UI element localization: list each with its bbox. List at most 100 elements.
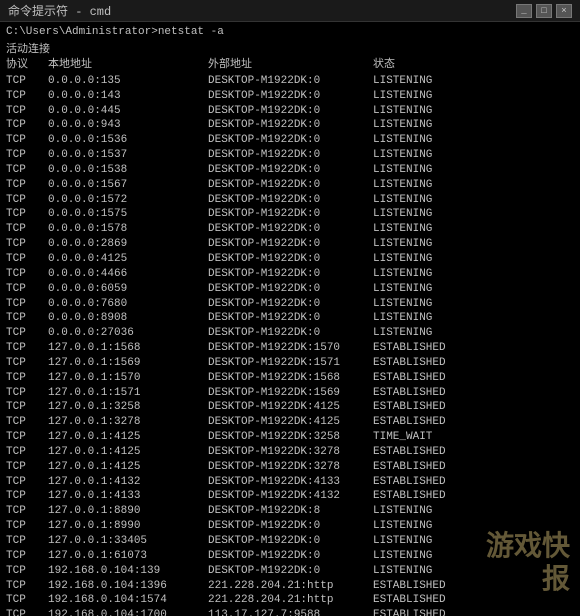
cell-local: 127.0.0.1:1569 — [48, 356, 208, 371]
cell-local: 192.168.0.104:1700 — [48, 608, 208, 616]
cell-local: 0.0.0.0:1536 — [48, 133, 208, 148]
cell-state: LISTENING — [373, 252, 574, 267]
table-row: TCP192.168.0.104:1396221.228.204.21:http… — [6, 579, 574, 594]
cell-foreign: DESKTOP-M1922DK:1569 — [208, 386, 373, 401]
cell-foreign: DESKTOP-M1922DK:0 — [208, 519, 373, 534]
cell-local: 0.0.0.0:27036 — [48, 326, 208, 341]
table-row: TCP0.0.0.0:1537DESKTOP-M1922DK:0LISTENIN… — [6, 148, 574, 163]
cell-local: 0.0.0.0:1567 — [48, 178, 208, 193]
cell-proto: TCP — [6, 371, 48, 386]
table-row: TCP127.0.0.1:33405DESKTOP-M1922DK:0LISTE… — [6, 534, 574, 549]
cell-foreign: DESKTOP-M1922DK:4132 — [208, 489, 373, 504]
cell-local: 0.0.0.0:2869 — [48, 237, 208, 252]
cell-proto: TCP — [6, 89, 48, 104]
cell-proto: TCP — [6, 356, 48, 371]
table-row: TCP127.0.0.1:8890DESKTOP-M1922DK:8LISTEN… — [6, 504, 574, 519]
cell-state: LISTENING — [373, 549, 574, 564]
cell-proto: TCP — [6, 282, 48, 297]
cell-foreign: DESKTOP-M1922DK:0 — [208, 267, 373, 282]
table-row: TCP0.0.0.0:1578DESKTOP-M1922DK:0LISTENIN… — [6, 222, 574, 237]
cell-state: LISTENING — [373, 237, 574, 252]
cell-foreign: DESKTOP-M1922DK:0 — [208, 133, 373, 148]
cell-proto: TCP — [6, 415, 48, 430]
col-headers-row: 协议 本地地址 外部地址 状态 — [6, 58, 574, 73]
cell-local: 127.0.0.1:4133 — [48, 489, 208, 504]
cell-state: LISTENING — [373, 207, 574, 222]
cell-local: 127.0.0.1:3258 — [48, 400, 208, 415]
table-row: TCP0.0.0.0:135DESKTOP-M1922DK:0LISTENING — [6, 74, 574, 89]
cell-proto: TCP — [6, 430, 48, 445]
cell-local: 127.0.0.1:4125 — [48, 460, 208, 475]
cell-proto: TCP — [6, 608, 48, 616]
window-container: 命令提示符 - cmd _ □ × C:\Users\Administrator… — [0, 0, 580, 616]
cell-state: ESTABLISHED — [373, 400, 574, 415]
close-button[interactable]: × — [556, 4, 572, 18]
cell-local: 0.0.0.0:135 — [48, 74, 208, 89]
cell-proto: TCP — [6, 237, 48, 252]
cell-foreign: DESKTOP-M1922DK:0 — [208, 74, 373, 89]
cell-state: ESTABLISHED — [373, 489, 574, 504]
cell-state: LISTENING — [373, 89, 574, 104]
cell-foreign: DESKTOP-M1922DK:4125 — [208, 415, 373, 430]
maximize-button[interactable]: □ — [536, 4, 552, 18]
cell-foreign: DESKTOP-M1922DK:0 — [208, 104, 373, 119]
cell-state: LISTENING — [373, 519, 574, 534]
cell-state: LISTENING — [373, 504, 574, 519]
cell-foreign: DESKTOP-M1922DK:8 — [208, 504, 373, 519]
table-row: TCP0.0.0.0:943DESKTOP-M1922DK:0LISTENING — [6, 118, 574, 133]
table-row: TCP0.0.0.0:445DESKTOP-M1922DK:0LISTENING — [6, 104, 574, 119]
cell-foreign: DESKTOP-M1922DK:1568 — [208, 371, 373, 386]
cell-local: 127.0.0.1:8890 — [48, 504, 208, 519]
table-row: TCP127.0.0.1:1568DESKTOP-M1922DK:1570EST… — [6, 341, 574, 356]
cell-proto: TCP — [6, 460, 48, 475]
cell-proto: TCP — [6, 549, 48, 564]
prompt-line: C:\Users\Administrator>netstat -a — [6, 26, 574, 38]
col-header-foreign: 外部地址 — [208, 58, 373, 73]
cell-local: 0.0.0.0:445 — [48, 104, 208, 119]
cell-proto: TCP — [6, 579, 48, 594]
cell-local: 0.0.0.0:943 — [48, 118, 208, 133]
cell-proto: TCP — [6, 193, 48, 208]
cell-state: LISTENING — [373, 326, 574, 341]
table-row: TCP0.0.0.0:1536DESKTOP-M1922DK:0LISTENIN… — [6, 133, 574, 148]
table-row: TCP127.0.0.1:8990DESKTOP-M1922DK:0LISTEN… — [6, 519, 574, 534]
cell-state: LISTENING — [373, 163, 574, 178]
table-row: TCP0.0.0.0:2869DESKTOP-M1922DK:0LISTENIN… — [6, 237, 574, 252]
cell-proto: TCP — [6, 504, 48, 519]
table-row: TCP127.0.0.1:1570DESKTOP-M1922DK:1568EST… — [6, 371, 574, 386]
cell-local: 192.168.0.104:1396 — [48, 579, 208, 594]
cell-local: 127.0.0.1:8990 — [48, 519, 208, 534]
cell-proto: TCP — [6, 593, 48, 608]
cell-foreign: DESKTOP-M1922DK:0 — [208, 193, 373, 208]
col-header-local: 本地地址 — [48, 58, 208, 73]
cell-local: 0.0.0.0:1575 — [48, 207, 208, 222]
cell-proto: TCP — [6, 267, 48, 282]
table-row: TCP127.0.0.1:4133DESKTOP-M1922DK:4132EST… — [6, 489, 574, 504]
minimize-button[interactable]: _ — [516, 4, 532, 18]
cell-local: 0.0.0.0:7680 — [48, 297, 208, 312]
cell-proto: TCP — [6, 133, 48, 148]
cell-local: 0.0.0.0:1537 — [48, 148, 208, 163]
table-row: TCP127.0.0.1:1569DESKTOP-M1922DK:1571EST… — [6, 356, 574, 371]
cell-foreign: 221.228.204.21:http — [208, 593, 373, 608]
cell-foreign: DESKTOP-M1922DK:0 — [208, 148, 373, 163]
cell-local: 127.0.0.1:1571 — [48, 386, 208, 401]
cell-foreign: DESKTOP-M1922DK:4125 — [208, 400, 373, 415]
cell-local: 0.0.0.0:8908 — [48, 311, 208, 326]
cell-proto: TCP — [6, 297, 48, 312]
cell-state: LISTENING — [373, 267, 574, 282]
table-row: TCP127.0.0.1:1571DESKTOP-M1922DK:1569EST… — [6, 386, 574, 401]
table-row: TCP127.0.0.1:4125DESKTOP-M1922DK:3278EST… — [6, 460, 574, 475]
cell-foreign: DESKTOP-M1922DK:0 — [208, 297, 373, 312]
cell-state: LISTENING — [373, 178, 574, 193]
window-titlebar: 命令提示符 - cmd _ □ × — [0, 0, 580, 22]
cell-state: ESTABLISHED — [373, 415, 574, 430]
cell-local: 0.0.0.0:1578 — [48, 222, 208, 237]
cell-state: ESTABLISHED — [373, 386, 574, 401]
cell-foreign: DESKTOP-M1922DK:0 — [208, 534, 373, 549]
cell-proto: TCP — [6, 445, 48, 460]
table-row: TCP0.0.0.0:6059DESKTOP-M1922DK:0LISTENIN… — [6, 282, 574, 297]
window-title: 命令提示符 - cmd — [8, 2, 111, 19]
cell-foreign: DESKTOP-M1922DK:3278 — [208, 460, 373, 475]
table-row: TCP127.0.0.1:61073DESKTOP-M1922DK:0LISTE… — [6, 549, 574, 564]
